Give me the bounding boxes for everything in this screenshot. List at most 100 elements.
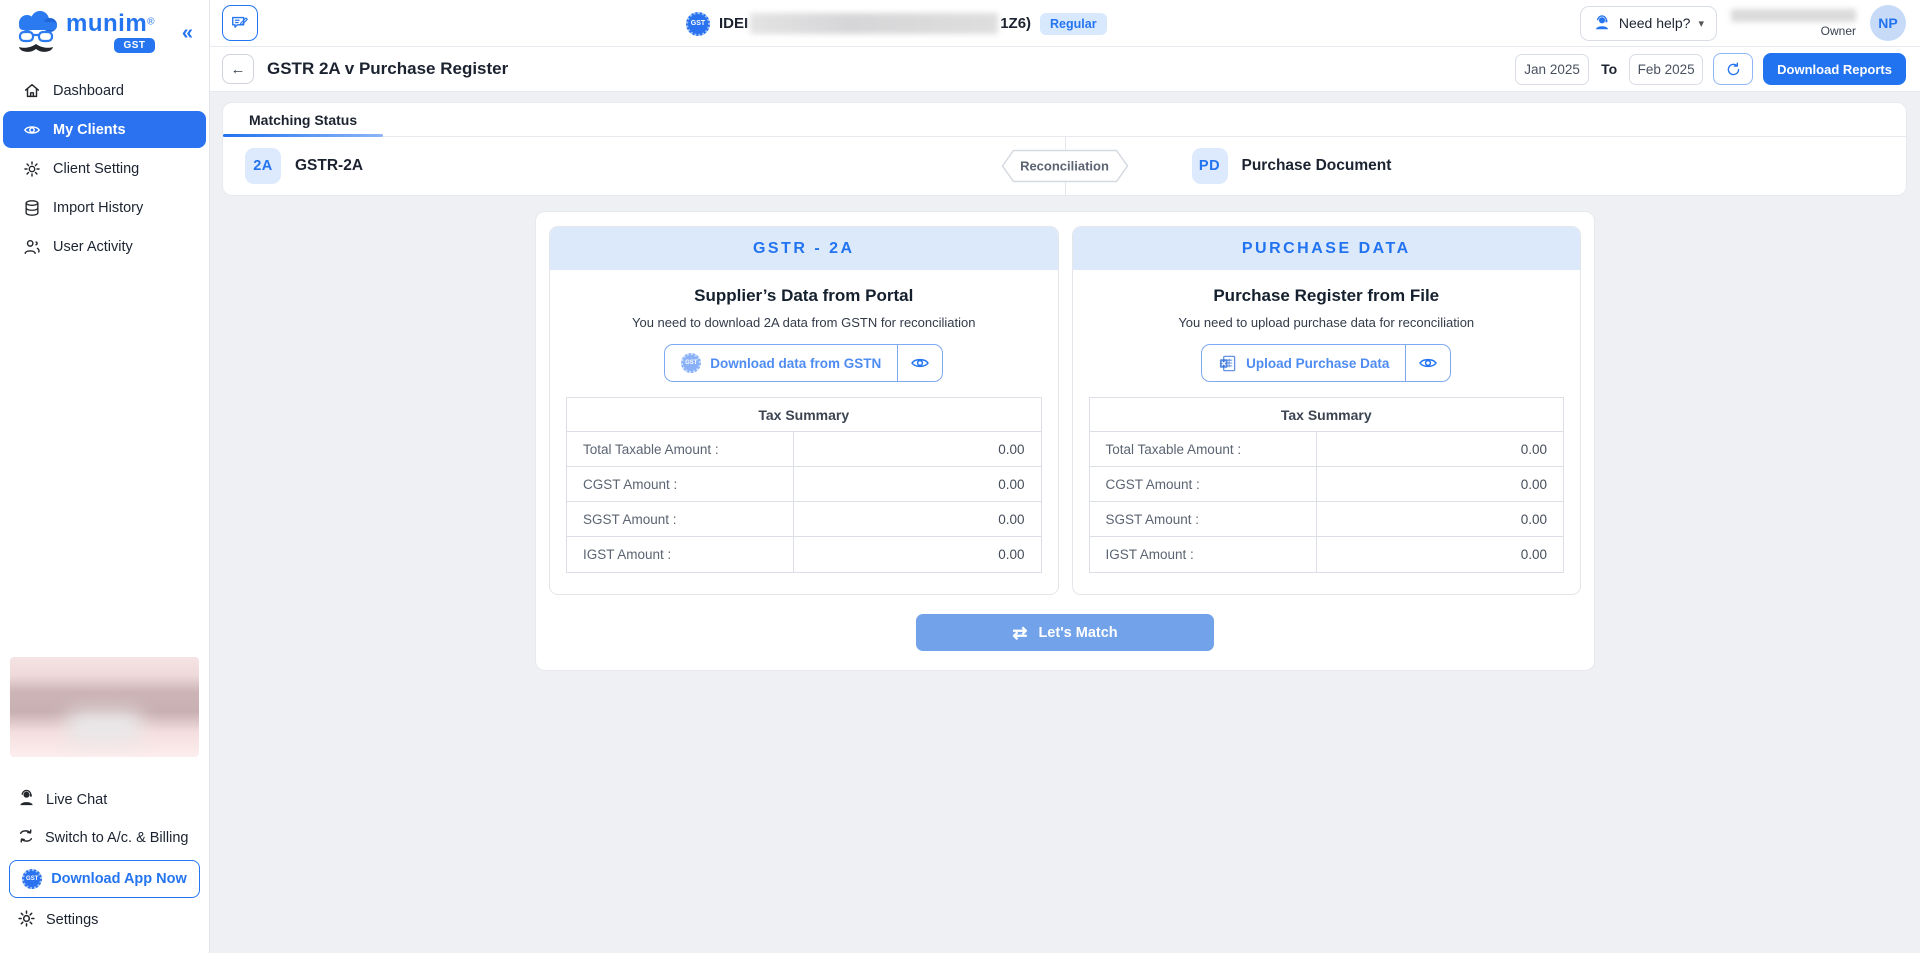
download-reports-button[interactable]: Download Reports	[1763, 53, 1906, 85]
promo-banner-image	[10, 657, 199, 757]
eye-icon	[1418, 353, 1438, 373]
table-row: CGST Amount : 0.00	[1090, 467, 1564, 502]
chevron-down-icon: ▾	[1698, 17, 1704, 30]
reconciliation-label: Reconciliation	[1001, 150, 1128, 183]
munim-logo-icon	[12, 10, 64, 56]
home-icon	[22, 82, 42, 100]
pd-source-label: Purchase Document	[1242, 157, 1392, 175]
download-gstn-button[interactable]: GST Download data from GSTN	[665, 345, 898, 381]
purchase-action-group: Upload Purchase Data	[1201, 344, 1451, 382]
row-label: Total Taxable Amount :	[567, 432, 794, 466]
brand-wordmark: munim® GST	[66, 13, 155, 53]
support-agent-icon	[1593, 14, 1611, 32]
page-title-bar: ← GSTR 2A v Purchase Register Jan 2025 T…	[210, 47, 1920, 92]
gstr2a-card: GSTR - 2A Supplier’s Data from Portal Yo…	[549, 226, 1059, 595]
sidebar-item-label: Client Setting	[53, 161, 139, 177]
date-range-to-label: To	[1601, 61, 1617, 77]
row-value: 0.00	[1317, 502, 1563, 536]
purchase-doc-source: PD Purchase Document	[1065, 148, 1907, 184]
eye-icon	[910, 353, 930, 373]
table-row: IGST Amount : 0.00	[567, 537, 1041, 572]
gstr2a-tax-summary-table: Tax Summary Total Taxable Amount : 0.00 …	[566, 397, 1042, 573]
tab-bar: Matching Status	[223, 103, 1906, 137]
sidebar-item-import-history[interactable]: Import History	[3, 189, 206, 226]
sidebar-item-client-setting[interactable]: Client Setting	[3, 150, 206, 187]
sidebar-item-switch-billing[interactable]: Switch to A/c. & Billing	[0, 819, 209, 857]
gstr2a-badge: 2A	[245, 148, 281, 184]
gstin-redacted	[750, 13, 998, 34]
refresh-button[interactable]	[1713, 53, 1753, 85]
top-header: GST IDEI 1Z6) Regular Need help?	[210, 0, 1920, 47]
row-value: 0.00	[794, 537, 1040, 572]
date-to-input[interactable]: Feb 2025	[1629, 54, 1703, 85]
upload-purchase-button[interactable]: Upload Purchase Data	[1202, 345, 1406, 381]
date-from-input[interactable]: Jan 2025	[1515, 54, 1589, 85]
gstr2a-card-subtext: You need to download 2A data from GSTN f…	[550, 315, 1058, 330]
table-row: SGST Amount : 0.00	[567, 502, 1041, 537]
sidebar-item-live-chat[interactable]: Live Chat	[0, 781, 209, 819]
sidebar-item-label: Import History	[53, 200, 143, 216]
tax-summary-title: Tax Summary	[567, 398, 1041, 432]
gstr2a-source-label: GSTR-2A	[295, 157, 363, 175]
content-area: GSTR - 2A Supplier’s Data from Portal Yo…	[210, 196, 1920, 953]
user-name-redacted	[1731, 9, 1856, 22]
sidebar-item-label: Live Chat	[46, 792, 107, 808]
sidebar-item-my-clients[interactable]: My Clients	[3, 111, 206, 148]
need-help-button[interactable]: Need help? ▾	[1580, 6, 1717, 41]
download-app-button[interactable]: GST Download App Now	[9, 860, 200, 898]
data-cards-row: GSTR - 2A Supplier’s Data from Portal Yo…	[549, 226, 1581, 595]
sidebar-bottom: Live Chat Switch to A/c. & Billing GST D…	[0, 657, 209, 953]
lets-match-label: Let's Match	[1038, 625, 1117, 641]
purchase-tax-summary-table: Tax Summary Total Taxable Amount : 0.00 …	[1089, 397, 1565, 573]
swap-arrows-icon	[17, 827, 35, 849]
match-button-row: ⇄ Let's Match	[549, 614, 1581, 651]
row-label: CGST Amount :	[1090, 467, 1317, 501]
reconciliation-badge: Reconciliation	[1001, 150, 1128, 183]
feedback-compose-button[interactable]	[222, 5, 258, 41]
sidebar-item-user-activity[interactable]: User Activity	[3, 228, 206, 265]
purchase-data-card: PURCHASE DATA Purchase Register from Fil…	[1072, 226, 1582, 595]
brand-name: munim	[66, 10, 147, 37]
row-label: Total Taxable Amount :	[1090, 432, 1317, 466]
main-area: GST IDEI 1Z6) Regular Need help?	[210, 0, 1920, 953]
row-label: IGST Amount :	[567, 537, 794, 572]
row-value: 0.00	[794, 467, 1040, 501]
matching-status-card: Matching Status 2A GSTR-2A Reconciliatio…	[222, 102, 1907, 196]
refresh-icon	[1725, 61, 1742, 78]
tab-matching-status[interactable]: Matching Status	[223, 103, 383, 136]
lets-match-button[interactable]: ⇄ Let's Match	[916, 614, 1214, 651]
gst-badge-icon: GST	[22, 869, 42, 889]
swap-arrows-icon: ⇄	[1012, 624, 1027, 642]
sidebar-item-label: My Clients	[53, 122, 126, 138]
download-gstn-label: Download data from GSTN	[710, 356, 881, 371]
row-label: IGST Amount :	[1090, 537, 1317, 572]
database-icon	[22, 199, 42, 217]
brand-registered-mark: ®	[147, 17, 154, 28]
gear-icon	[22, 160, 42, 178]
sidebar-item-dashboard[interactable]: Dashboard	[3, 72, 206, 109]
need-help-label: Need help?	[1619, 15, 1691, 31]
sidebar-item-settings[interactable]: Settings	[0, 901, 209, 939]
header-right: Need help? ▾ Owner NP	[1580, 5, 1906, 41]
preview-gstr2a-button[interactable]	[898, 345, 942, 381]
gstr2a-card-heading: Supplier’s Data from Portal	[550, 286, 1058, 306]
row-value: 0.00	[794, 502, 1040, 536]
row-value: 0.00	[1317, 467, 1563, 501]
avatar[interactable]: NP	[1870, 5, 1906, 41]
upload-purchase-label: Upload Purchase Data	[1246, 356, 1389, 371]
back-button[interactable]: ←	[222, 54, 254, 84]
purchase-card-heading: Purchase Register from File	[1073, 286, 1581, 306]
gstr2a-card-header: GSTR - 2A	[550, 227, 1058, 270]
sidebar-item-label: Switch to A/c. & Billing	[45, 830, 188, 846]
row-value: 0.00	[1317, 537, 1563, 572]
sidebar: munim® GST « Dashboard My Clients	[0, 0, 210, 953]
spreadsheet-file-icon	[1218, 354, 1237, 373]
sidebar-item-label: User Activity	[53, 239, 133, 255]
table-row: Total Taxable Amount : 0.00	[567, 432, 1041, 467]
sidebar-collapse-icon[interactable]: «	[178, 22, 197, 45]
preview-purchase-button[interactable]	[1406, 345, 1450, 381]
purchase-card-header: PURCHASE DATA	[1073, 227, 1581, 270]
purchase-card-body: Purchase Register from File You need to …	[1073, 286, 1581, 594]
title-bar-actions: Jan 2025 To Feb 2025 Download Reports	[1515, 53, 1906, 85]
gear-icon	[17, 909, 36, 932]
